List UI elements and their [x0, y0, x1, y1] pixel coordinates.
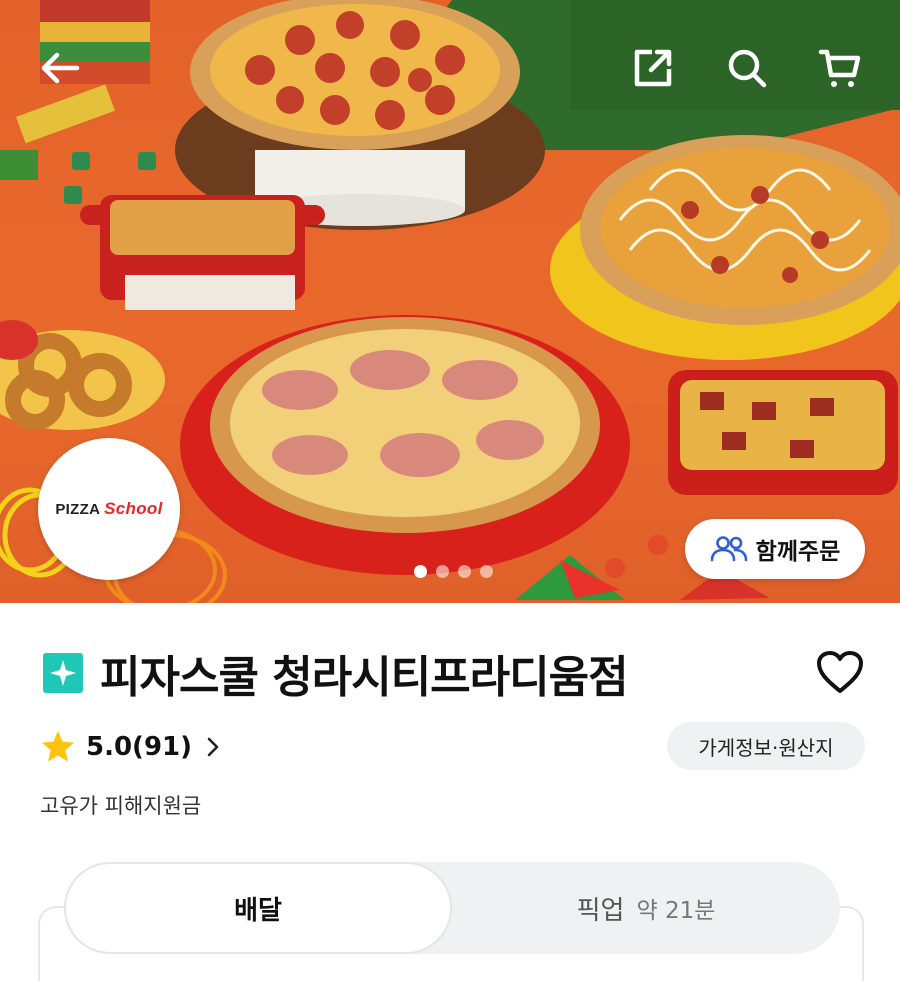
store-name: 피자스쿨 청라시티프라디움점 [100, 652, 629, 703]
pickup-time: 약 21분 [636, 898, 716, 924]
mayo-pizza [550, 135, 900, 360]
group-order-label: 함께주문 [755, 539, 841, 565]
carousel-dot[interactable] [414, 565, 427, 578]
back-arrow-icon [41, 52, 80, 84]
subsidy-note: 고유가 피해지원금 [40, 794, 202, 818]
search-button[interactable] [715, 36, 779, 100]
carousel-dot[interactable] [458, 565, 471, 578]
carousel-dot[interactable] [436, 565, 449, 578]
hero-banner[interactable]: PIZZA School 함께주문 [0, 0, 900, 603]
people-group-icon [710, 536, 747, 562]
order-type-tabs: 배달 픽업 약 21분 [64, 862, 840, 954]
back-button[interactable] [28, 36, 92, 100]
dice-red-decoration-2 [605, 558, 625, 578]
store-logo-text: PIZZA School [55, 499, 163, 518]
rating-value: 5.0(91) [86, 732, 193, 762]
star-icon [42, 731, 74, 762]
store-badge-icon [43, 653, 83, 693]
rating-link[interactable]: 5.0(91) [40, 722, 220, 772]
carousel-dot[interactable] [480, 565, 493, 578]
share-button[interactable] [621, 36, 685, 100]
tab-delivery[interactable]: 배달 [64, 862, 452, 954]
dice-red-decoration [648, 535, 668, 555]
tab-delivery-label: 배달 [234, 895, 282, 926]
tab-pickup-label: 픽업 [576, 895, 625, 926]
onion-rings [0, 320, 165, 430]
share-icon [634, 49, 672, 87]
search-icon [728, 49, 767, 88]
carousel-indicator[interactable] [414, 565, 493, 578]
group-order-button[interactable]: 함께주문 [685, 519, 865, 579]
store-logo: PIZZA School [38, 438, 180, 580]
store-info-origin-button[interactable]: 가게정보·원산지 [667, 722, 865, 770]
sweet-potato-dish [668, 370, 898, 495]
heart-icon [817, 651, 863, 693]
chevron-right-icon [207, 737, 219, 757]
cart-icon [818, 49, 861, 87]
ham-pizza [180, 315, 630, 575]
cart-button[interactable] [808, 36, 872, 100]
store-header: 피자스쿨 청라시티프라디움점 [40, 638, 870, 708]
baked-dish [80, 195, 325, 310]
tab-pickup[interactable]: 픽업 약 21분 [452, 862, 840, 954]
favorite-button[interactable] [810, 642, 870, 702]
